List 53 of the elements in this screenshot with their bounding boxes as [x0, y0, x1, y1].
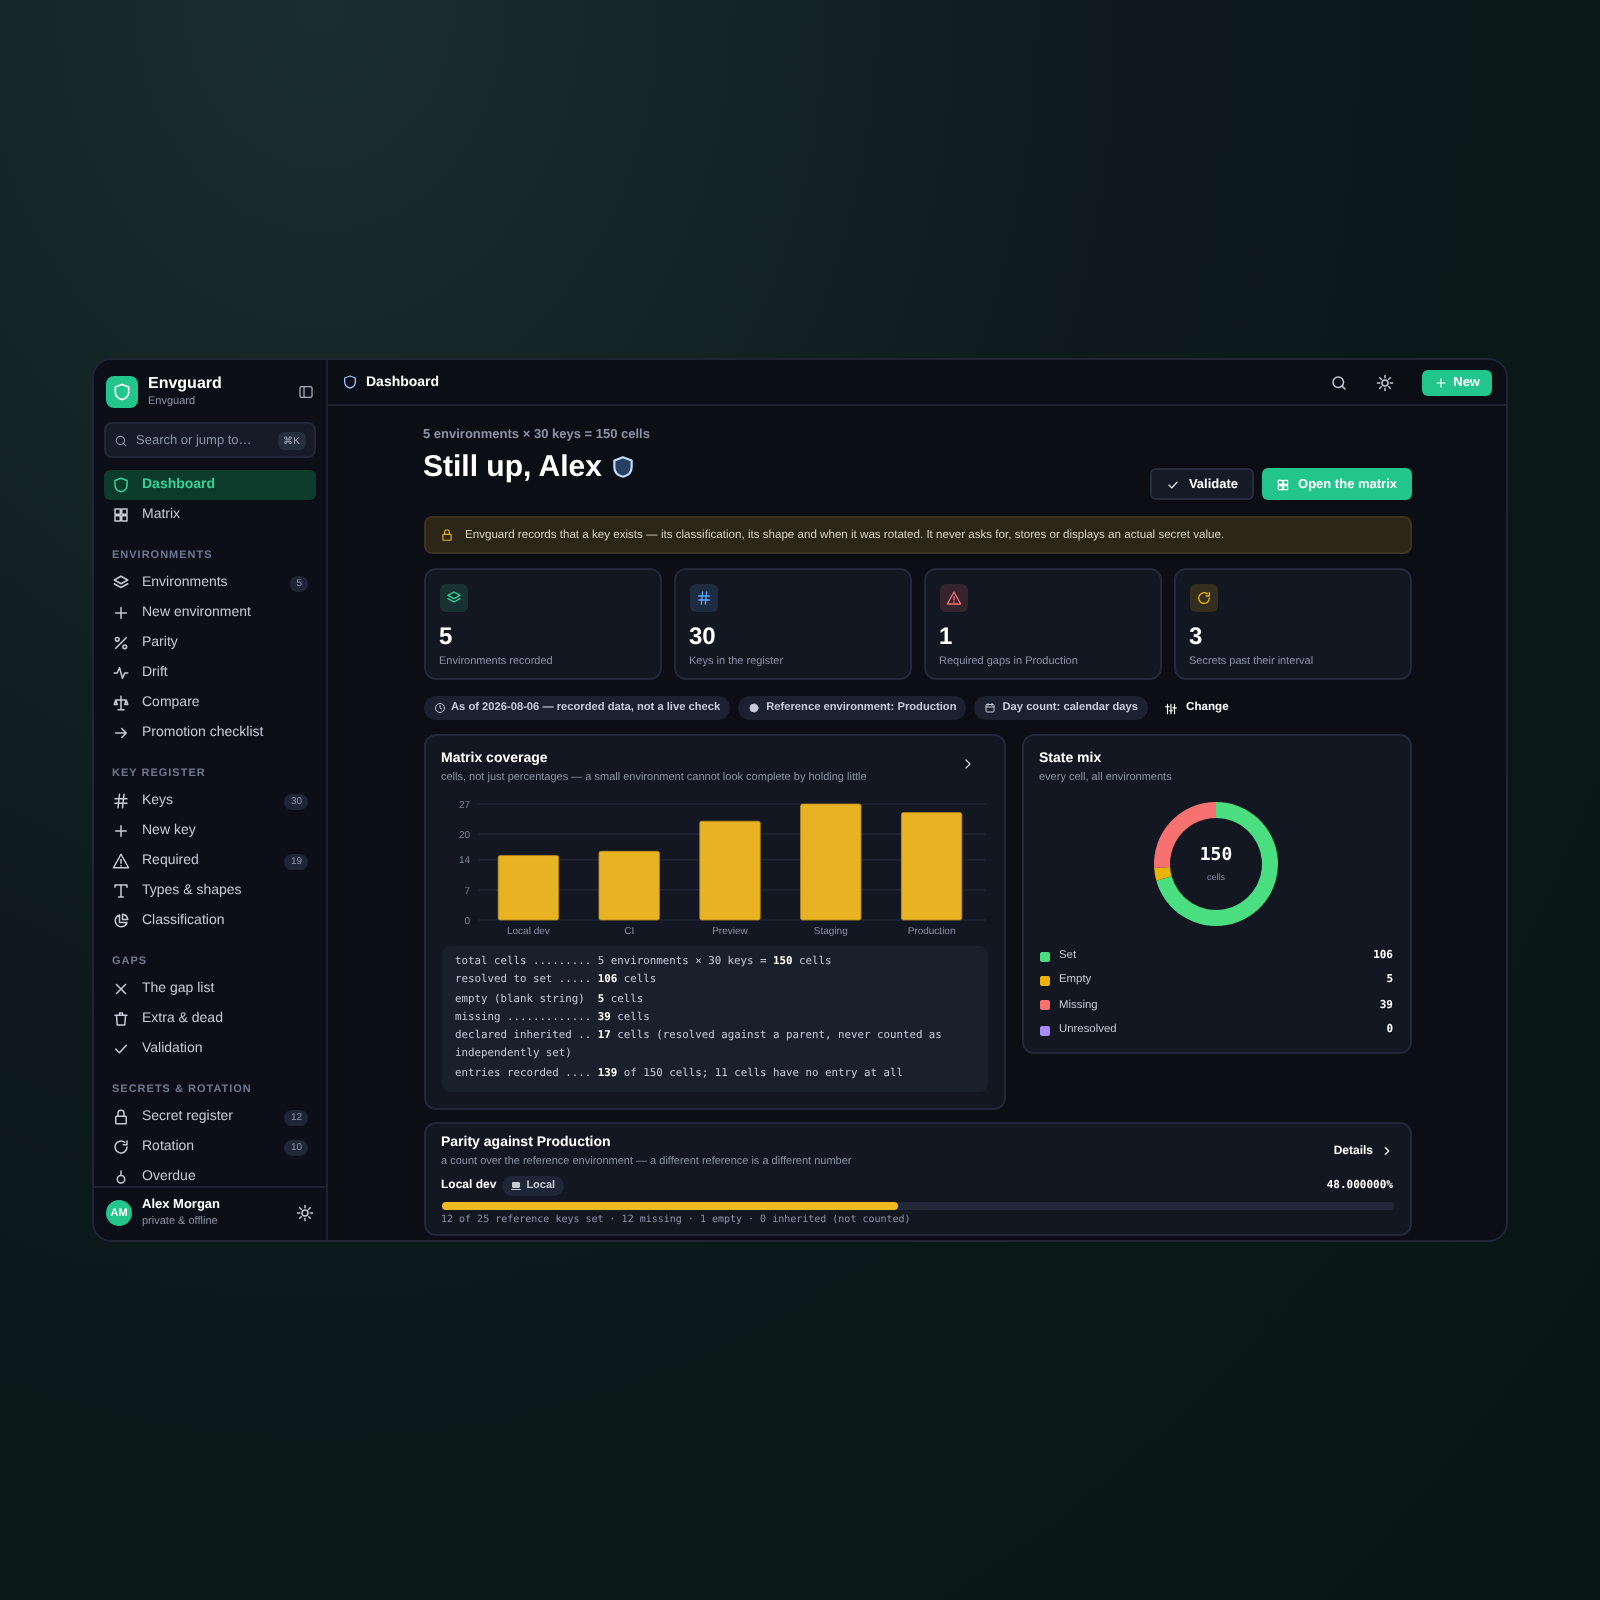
lock-icon [439, 528, 453, 542]
arrow-icon [112, 724, 130, 742]
text-icon [112, 882, 130, 900]
bar [899, 812, 962, 921]
pulse-icon [112, 664, 130, 682]
bar [799, 803, 861, 921]
layers-icon [112, 574, 130, 592]
trash-icon [112, 1010, 130, 1028]
stat-value: 30 [689, 622, 718, 650]
grid-icon [112, 506, 130, 524]
lock-icon [112, 1108, 130, 1126]
pie-chart-icon [112, 912, 130, 930]
sliders-icon [1164, 701, 1179, 715]
shield-icon [112, 381, 132, 401]
shield-icon [112, 476, 130, 494]
plus-icon [112, 604, 130, 622]
laptop-icon [510, 1180, 523, 1193]
stat-value: 3 [1189, 622, 1205, 650]
bar [698, 820, 760, 921]
shield-icon [342, 374, 358, 390]
donut-total: 150 [1199, 846, 1233, 866]
search-icon [114, 433, 128, 447]
search-icon[interactable] [1329, 373, 1348, 391]
percent-icon [112, 634, 130, 652]
sidebar-toggle-icon[interactable] [298, 383, 314, 399]
plus-icon [1433, 375, 1448, 389]
greeting-heading: Still up, Alex [423, 450, 602, 484]
grid-icon [1276, 477, 1291, 491]
bar [496, 855, 559, 921]
sun-icon[interactable] [1375, 373, 1394, 391]
plus-icon [112, 822, 130, 840]
check-icon [1166, 477, 1181, 491]
app-name: Envguard [148, 374, 222, 392]
clock-icon [433, 702, 445, 714]
calendar-icon [984, 702, 997, 714]
shield-icon [609, 454, 636, 480]
timer-icon [112, 1168, 130, 1186]
hash-icon [112, 792, 130, 810]
refresh-icon [112, 1138, 130, 1156]
warning-icon [945, 590, 961, 606]
stat-value: 5 [439, 622, 455, 650]
check-icon [112, 1040, 130, 1058]
bar [597, 850, 659, 921]
sun-icon[interactable] [296, 1204, 314, 1222]
dot-icon [748, 702, 761, 714]
scale-icon [112, 694, 130, 712]
layers-icon [445, 590, 461, 606]
x-mark-icon [112, 980, 130, 998]
hash-icon [695, 590, 711, 606]
warning-icon [112, 852, 130, 870]
refresh-icon [1195, 590, 1211, 606]
stat-value: 1 [939, 622, 955, 650]
chevron-icon [1379, 1144, 1393, 1159]
